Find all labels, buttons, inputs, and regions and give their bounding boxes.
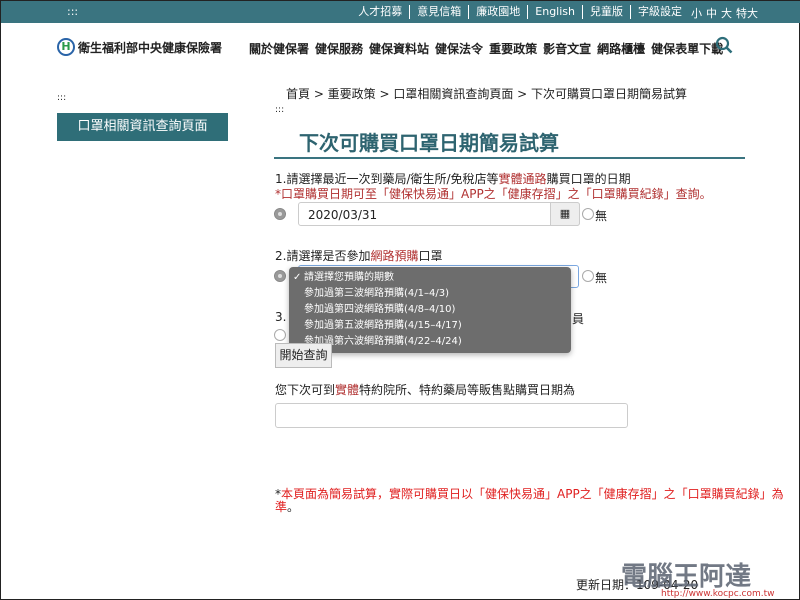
- dropdown-option[interactable]: 參加過第三波網路預購(4/1–4/3): [289, 286, 571, 302]
- site-logo[interactable]: H 衛生福利部中央健康保險署: [57, 38, 222, 56]
- nav-about[interactable]: 關於健保署: [249, 40, 309, 57]
- disclaimer: *本頁面為簡易試算，實際可購買日以「健保快易通」APP之「健康存摺」之「口罩購買…: [275, 487, 784, 514]
- font-xlarge[interactable]: 特大: [736, 5, 758, 21]
- nav-forms[interactable]: 健保表單下載: [651, 40, 723, 57]
- link-english[interactable]: English: [528, 5, 583, 19]
- link-mailbox[interactable]: 意見信箱: [410, 5, 470, 19]
- top-bar: ::: 人才招募 意見信箱 廉政園地 English 兒童版 字級設定 小 中 …: [1, 1, 800, 23]
- logo-text: 衛生福利部中央健康保險署: [78, 40, 223, 55]
- dropdown-option[interactable]: ✓ 請選擇您預購的期數: [289, 270, 571, 286]
- sidebar-item-mask-info[interactable]: 口罩相關資訊查詢頁面: [57, 113, 228, 141]
- result-label: 您下次可到實體特約院所、特約藥局等販售點購買日期為: [275, 383, 576, 397]
- sidebar-dots: :::: [57, 93, 67, 103]
- logo-icon: H: [57, 38, 75, 56]
- purchase-date-input[interactable]: 2020/03/31: [298, 202, 580, 226]
- q3-radio[interactable]: [274, 329, 286, 341]
- result-field[interactable]: [275, 403, 628, 428]
- q2-none-radio[interactable]: [582, 270, 594, 282]
- submit-button[interactable]: 開始查詢: [275, 343, 332, 368]
- link-kids[interactable]: 兒童版: [583, 5, 631, 19]
- q3-label-end: 員: [572, 312, 585, 326]
- font-medium[interactable]: 中: [706, 5, 717, 21]
- link-recruit[interactable]: 人才招募: [351, 5, 411, 19]
- watermark-url: http://www.kocpc.com.tw: [661, 589, 775, 599]
- q3-label-start: 3.: [275, 310, 287, 324]
- nav-policy[interactable]: 重要政策: [489, 40, 537, 57]
- font-small[interactable]: 小: [691, 5, 702, 21]
- main-nav: 關於健保署 健保服務 健保資料站 健保法令 重要政策 影音文宣 網路櫃檯 健保表…: [249, 40, 723, 57]
- q2-select-radio[interactable]: [274, 270, 286, 282]
- dropdown-option[interactable]: 參加過第四波網路預購(4/8–4/10): [289, 302, 571, 318]
- q2-none-label: 無: [595, 271, 608, 285]
- q1-none-label: 無: [595, 209, 608, 223]
- q1-none-radio[interactable]: [582, 208, 594, 220]
- watermark-logo: 電腦王阿達: [621, 562, 752, 592]
- q1-note: *口罩購買日期可至「健保快易通」APP之「健康存摺」之「口罩購買紀錄」查詢。: [275, 187, 712, 201]
- font-size-label: 字級設定: [638, 5, 682, 18]
- accesskey-dots[interactable]: :::: [67, 5, 78, 18]
- preorder-dropdown: ✓ 請選擇您預購的期數 參加過第三波網路預購(4/1–4/3) 參加過第四波網路預…: [289, 267, 571, 353]
- search-icon[interactable]: [715, 36, 733, 54]
- title-divider: [274, 157, 745, 159]
- nav-data[interactable]: 健保資料站: [369, 40, 429, 57]
- breadcrumb: 首頁 > 重要政策 > 口罩相關資訊查詢頁面 > 下次可購買口罩日期簡易試算: [286, 87, 688, 101]
- link-integrity[interactable]: 廉政園地: [469, 5, 529, 19]
- calendar-icon[interactable]: ▦: [550, 202, 580, 226]
- q1-date-radio[interactable]: [274, 208, 286, 220]
- nav-services[interactable]: 健保服務: [315, 40, 363, 57]
- main-dots: :::: [275, 105, 285, 115]
- page-title: 下次可購買口罩日期簡易試算: [299, 131, 559, 155]
- nav-laws[interactable]: 健保法令: [435, 40, 483, 57]
- nav-counter[interactable]: 網路櫃檯: [597, 40, 645, 57]
- nav-media[interactable]: 影音文宣: [543, 40, 591, 57]
- dropdown-option[interactable]: 參加過第五波網路預購(4/15–4/17): [289, 318, 571, 334]
- q2-label: 2.請選擇是否參加網路預購口罩: [275, 249, 443, 263]
- checkmark-icon: ✓: [293, 272, 302, 283]
- font-large[interactable]: 大: [721, 5, 732, 21]
